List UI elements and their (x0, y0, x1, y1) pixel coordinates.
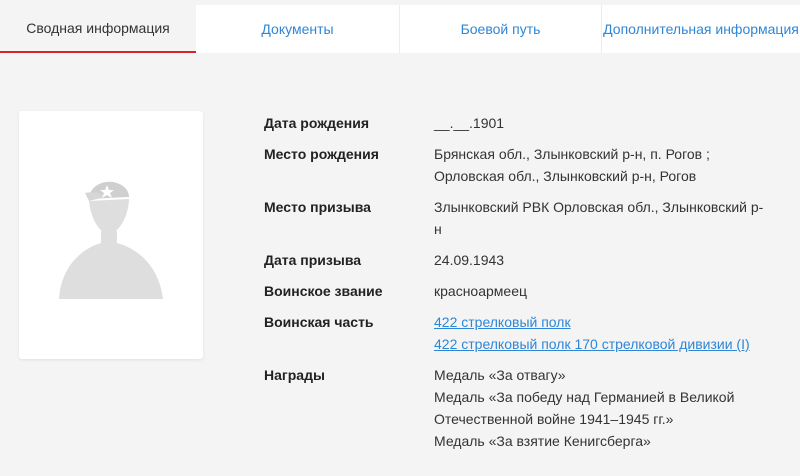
award-line: Медаль «За победу над Германией в Велико… (434, 389, 735, 405)
draft-place-value: Злынковский РВК Орловская обл., Злынковс… (434, 196, 784, 240)
soldier-silhouette-icon (59, 181, 163, 299)
draft-date-label: Дата призыва (264, 252, 362, 268)
award-line: Медаль «За взятие Кенигсберга» (434, 433, 651, 449)
draft-place-label: Место призыва (264, 199, 371, 215)
unit-link[interactable]: 422 стрелковый полк 170 стрелковой дивиз… (434, 333, 784, 355)
unit-link[interactable]: 422 стрелковый полк (434, 311, 784, 333)
tab-bar: Сводная информация Документы Боевой путь… (0, 5, 800, 53)
rank-value: красноармеец (434, 283, 528, 299)
birth-place-line: Орловская обл., Злынковский р-н, Рогов (434, 168, 697, 184)
awards-label: Награды (264, 367, 325, 383)
birth-date-value: __.__.1901 (434, 115, 505, 131)
birth-place-line: Брянская обл., Злынковский р-н, п. Рогов… (434, 146, 710, 162)
unit-value: 422 стрелковый полк 422 стрелковый полк … (434, 311, 784, 355)
draft-place-row: Место призыва Злынковский РВК Орловская … (264, 196, 784, 240)
draft-place-line: н (434, 221, 442, 237)
unit-row: Воинская часть 422 стрелковый полк 422 с… (264, 311, 784, 355)
birth-place-row: Место рождения Брянская обл., Злынковски… (264, 143, 784, 187)
rank-label: Воинское звание (264, 283, 383, 299)
tab-additional-info[interactable]: Дополнительная информация (602, 5, 800, 53)
tab-combat-path[interactable]: Боевой путь (400, 5, 602, 53)
rank-row: Воинское звание красноармеец (264, 280, 784, 302)
photo-placeholder (19, 111, 203, 359)
birth-place-value: Брянская обл., Злынковский р-н, п. Рогов… (434, 143, 784, 187)
tab-summary[interactable]: Сводная информация (0, 5, 196, 53)
birth-date-label: Дата рождения (264, 115, 370, 131)
tab-documents[interactable]: Документы (196, 5, 400, 53)
draft-date-value: 24.09.1943 (434, 252, 505, 268)
award-line: Медаль «За отвагу» (434, 367, 566, 383)
awards-value: Медаль «За отвагу» Медаль «За победу над… (434, 364, 784, 452)
award-line: Отечественной войне 1941–1945 гг.» (434, 411, 674, 427)
unit-label: Воинская часть (264, 314, 374, 330)
awards-row: Награды Медаль «За отвагу» Медаль «За по… (264, 364, 784, 452)
soldier-details: Дата рождения __.__.1901 Место рождения … (264, 112, 784, 461)
draft-date-row: Дата призыва 24.09.1943 (264, 249, 784, 271)
birth-date-row: Дата рождения __.__.1901 (264, 112, 784, 134)
draft-place-line: Злынковский РВК Орловская обл., Злынковс… (434, 199, 764, 215)
birth-place-label: Место рождения (264, 146, 379, 162)
